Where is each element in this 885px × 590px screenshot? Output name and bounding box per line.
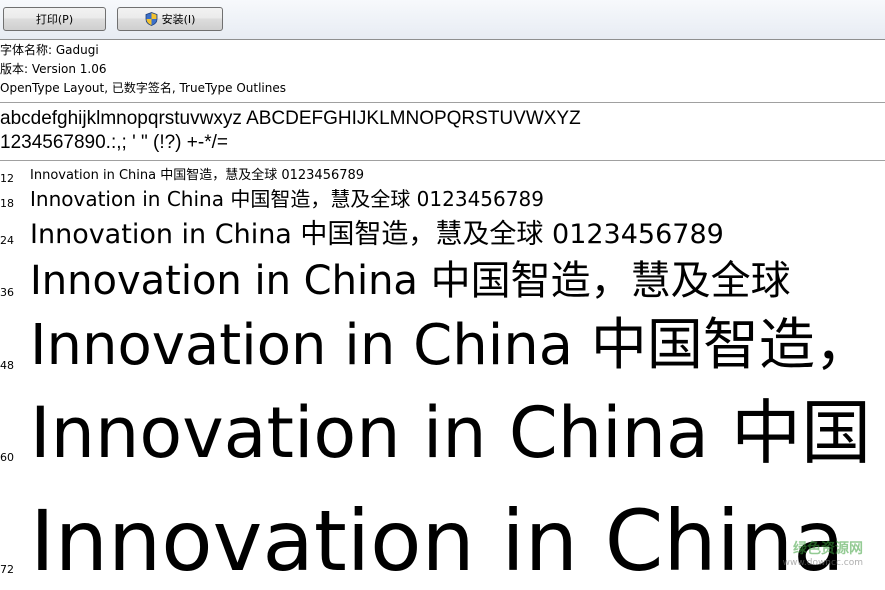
sample-row-18: 18 Innovation in China 中国智造，慧及全球 0123456…	[0, 187, 885, 213]
charset-letters: abcdefghijklmnopqrstuvwxyz ABCDEFGHIJKLM…	[0, 107, 581, 131]
size-label: 36	[0, 286, 14, 299]
font-name: 字体名称: Gadugi	[0, 41, 885, 60]
sample-row-36: 36 Innovation in China 中国智造，慧及全球	[0, 256, 885, 306]
watermark-text: 绿色资源网	[783, 538, 863, 558]
print-button-label: 打印(P)	[36, 11, 73, 27]
print-button[interactable]: 打印(P)	[3, 7, 106, 31]
sample-text: Innovation in China 中国智造，慧及全球	[30, 261, 791, 301]
size-label: 12	[0, 172, 14, 185]
sample-text: Innovation in China 中国智造，慧及全球 0123456789	[30, 189, 544, 209]
size-label: 18	[0, 197, 14, 210]
install-button-label: 安装(I)	[162, 11, 196, 27]
sample-row-60: 60 Innovation in China 中国	[0, 392, 885, 478]
sample-text: Innovation in China 中国智造，	[30, 318, 871, 374]
sample-row-48: 48 Innovation in China 中国智造，	[0, 315, 885, 385]
sample-text: Innovation in China 中国智造，慧及全球 0123456789	[30, 221, 724, 248]
sample-row-12: 12 Innovation in China 中国智造，慧及全球 0123456…	[0, 168, 885, 186]
toolbar: 打印(P) 安装(I)	[0, 0, 885, 40]
sample-text: Innovation in China 中国	[30, 398, 871, 468]
sample-text: Innovation in China	[30, 499, 845, 583]
sample-row-72: 72 Innovation in China	[0, 493, 885, 576]
install-button[interactable]: 安装(I)	[117, 7, 223, 31]
charset-symbols: 1234567890.:,; ' " (!?) +-*/=	[0, 131, 581, 155]
sample-text: Innovation in China 中国智造，慧及全球 0123456789	[30, 169, 364, 182]
size-label: 72	[0, 563, 14, 576]
font-version: 版本: Version 1.06	[0, 60, 885, 79]
sample-row-24: 24 Innovation in China 中国智造，慧及全球 0123456…	[0, 218, 885, 252]
charset-preview: abcdefghijklmnopqrstuvwxyz ABCDEFGHIJKLM…	[0, 107, 581, 155]
divider	[0, 102, 885, 103]
size-label: 60	[0, 451, 14, 464]
watermark-url: www.downcc.com	[783, 558, 863, 568]
divider	[0, 160, 885, 161]
uac-shield-icon	[145, 12, 158, 26]
size-label: 24	[0, 234, 14, 247]
size-label: 48	[0, 359, 14, 372]
font-info: 字体名称: Gadugi 版本: Version 1.06 OpenType L…	[0, 41, 885, 98]
font-type: OpenType Layout, 已数字签名, TrueType Outline…	[0, 79, 885, 98]
watermark: 绿色资源网 www.downcc.com	[783, 538, 863, 568]
